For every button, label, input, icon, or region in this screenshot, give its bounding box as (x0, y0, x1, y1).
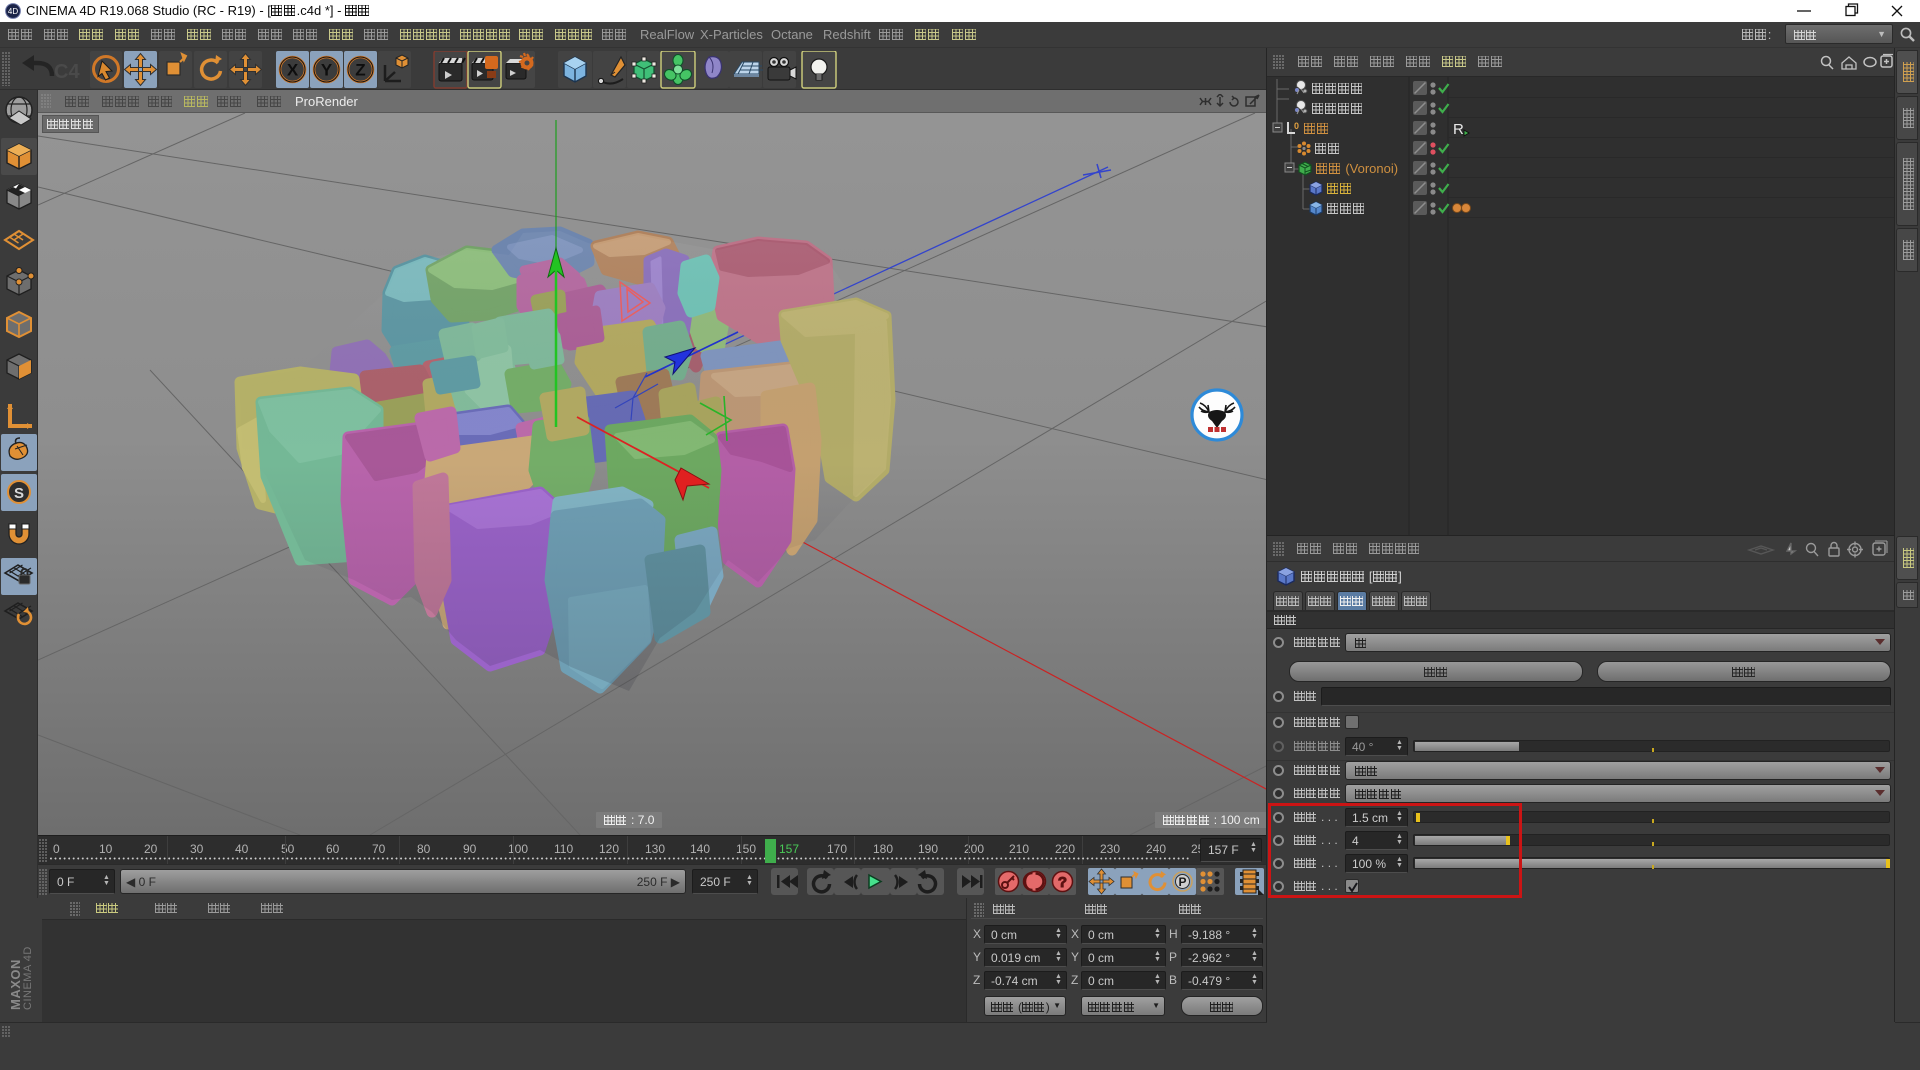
svg-text:S: S (14, 485, 24, 502)
svg-text:4D: 4D (8, 7, 18, 16)
svg-text:0: 0 (1294, 121, 1299, 131)
svg-text:Y: Y (321, 61, 333, 80)
svg-text:R: R (1453, 121, 1464, 138)
svg-text:C4: C4 (54, 61, 80, 83)
svg-text:X: X (287, 61, 299, 80)
svg-text:Z: Z (355, 61, 365, 80)
svg-text:P: P (1178, 875, 1186, 889)
svg-text:?: ? (1058, 874, 1067, 891)
